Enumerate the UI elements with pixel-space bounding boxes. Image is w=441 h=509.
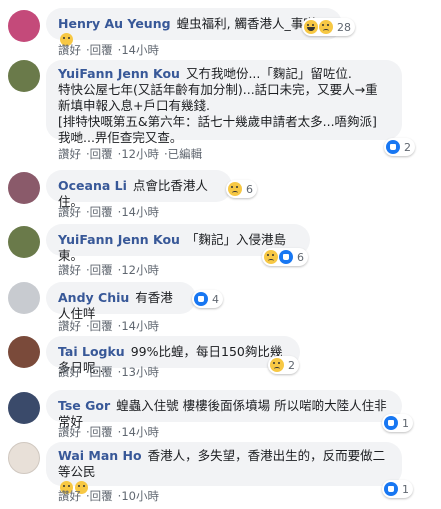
- reaction-count: 2: [288, 358, 295, 372]
- comment-bubble: Andy Chiu 有香港人住咩: [46, 282, 196, 321]
- like-link[interactable]: 讚好: [58, 425, 81, 439]
- reply-link[interactable]: 回覆: [90, 205, 113, 219]
- sad-reaction-icon: [319, 20, 333, 34]
- reaction-count: 28: [337, 20, 351, 34]
- reply-link[interactable]: 回覆: [90, 263, 113, 277]
- reaction-count: 6: [246, 182, 253, 196]
- like-reaction-icon: [384, 482, 398, 496]
- comment-author[interactable]: YuiFann Jenn Kou: [58, 66, 180, 81]
- like-link[interactable]: 讚好: [58, 205, 81, 219]
- comment-author[interactable]: Henry Au Yeung: [58, 16, 171, 31]
- reaction-summary[interactable]: 1: [382, 480, 413, 498]
- sad-reaction-icon: [228, 182, 242, 196]
- reaction-count: 1: [402, 416, 409, 430]
- reaction-count: 4: [212, 292, 219, 306]
- reaction-summary[interactable]: 1: [382, 414, 413, 432]
- comment-actions: 讚好 ·回覆 ·14小時: [58, 43, 159, 57]
- reaction-count: 1: [402, 482, 409, 496]
- avatar[interactable]: [8, 392, 40, 424]
- reply-link[interactable]: 回覆: [90, 319, 113, 333]
- reply-link[interactable]: 回覆: [90, 425, 113, 439]
- like-reaction-icon: [194, 292, 208, 306]
- like-link[interactable]: 讚好: [58, 489, 81, 503]
- comment-bubble: YuiFann Jenn Kou 又冇我哋份...「麴記」留咗位. 特快公屋七年(…: [46, 60, 402, 145]
- reaction-summary[interactable]: 28: [302, 18, 355, 36]
- comment-author[interactable]: Tai Logku: [58, 344, 125, 359]
- like-link[interactable]: 讚好: [58, 147, 81, 161]
- comment-author[interactable]: Wai Man Ho: [58, 448, 142, 463]
- reaction-count: 6: [297, 250, 304, 264]
- comment-author[interactable]: Tse Gor: [58, 398, 110, 413]
- comment-actions: 讚好 ·回覆 ·10小時: [58, 489, 159, 503]
- timestamp[interactable]: 13小時: [121, 365, 159, 379]
- reply-link[interactable]: 回覆: [90, 43, 113, 57]
- reply-link[interactable]: 回覆: [90, 147, 113, 161]
- reaction-summary[interactable]: 4: [192, 290, 223, 308]
- comment-bubble: Wai Man Ho 香港人，多失望，香港出生的，反而要做二等公民: [46, 442, 402, 494]
- avatar[interactable]: [8, 172, 40, 204]
- sad-reaction-icon: [270, 358, 284, 372]
- reaction-summary[interactable]: 2: [268, 356, 299, 374]
- timestamp[interactable]: 14小時: [121, 43, 159, 57]
- comment-author[interactable]: Andy Chiu: [58, 290, 129, 305]
- comment-bubble: Henry Au Yeung 蝗虫福利, 觸香港人_事咩.: [46, 8, 342, 46]
- comment-actions: 讚好 ·回覆 ·13小時: [58, 365, 159, 379]
- reaction-summary[interactable]: 2: [384, 138, 415, 156]
- like-link[interactable]: 讚好: [58, 365, 81, 379]
- timestamp[interactable]: 14小時: [121, 319, 159, 333]
- comment-actions: 讚好 ·回覆 ·14小時: [58, 319, 159, 333]
- avatar[interactable]: [8, 336, 40, 368]
- reply-link[interactable]: 回覆: [90, 365, 113, 379]
- avatar[interactable]: [8, 442, 40, 474]
- avatar[interactable]: [8, 60, 40, 92]
- like-link[interactable]: 讚好: [58, 43, 81, 57]
- comment-bubble: Tse Gor 蝗蟲入住號 樓樓後面係墳場 所以啱啲大陸人住非常好: [46, 390, 402, 429]
- avatar[interactable]: [8, 226, 40, 258]
- comment-actions: 讚好 ·回覆 ·14小時: [58, 425, 159, 439]
- timestamp[interactable]: 14小時: [121, 205, 159, 219]
- comment-actions: 讚好 ·回覆 ·12小時 ·已編輯: [58, 147, 203, 161]
- haha-reaction-icon: [304, 20, 318, 34]
- comment-actions: 讚好 ·回覆 ·14小時: [58, 205, 159, 219]
- comment-bubble: Oceana Li 点會比香港人住。: [46, 170, 232, 209]
- comment-text: 蝗虫福利, 觸香港人_事咩.: [176, 16, 320, 31]
- timestamp[interactable]: 12小時: [121, 147, 159, 161]
- timestamp[interactable]: 10小時: [121, 489, 159, 503]
- comment-actions: 讚好 ·回覆 ·12小時: [58, 263, 159, 277]
- like-reaction-icon: [384, 416, 398, 430]
- like-link[interactable]: 讚好: [58, 319, 81, 333]
- reaction-count: 2: [404, 140, 411, 154]
- like-reaction-icon: [386, 140, 400, 154]
- reply-link[interactable]: 回覆: [90, 489, 113, 503]
- like-reaction-icon: [279, 250, 293, 264]
- reaction-summary[interactable]: 6: [226, 180, 257, 198]
- like-link[interactable]: 讚好: [58, 263, 81, 277]
- timestamp[interactable]: 14小時: [121, 425, 159, 439]
- reaction-summary[interactable]: 6: [262, 248, 308, 266]
- comment-author[interactable]: YuiFann Jenn Kou: [58, 232, 180, 247]
- sad-reaction-icon: [264, 250, 278, 264]
- comment-author[interactable]: Oceana Li: [58, 178, 127, 193]
- edited-label[interactable]: 已編輯: [168, 147, 203, 161]
- avatar[interactable]: [8, 10, 40, 42]
- timestamp[interactable]: 12小時: [121, 263, 159, 277]
- avatar[interactable]: [8, 282, 40, 314]
